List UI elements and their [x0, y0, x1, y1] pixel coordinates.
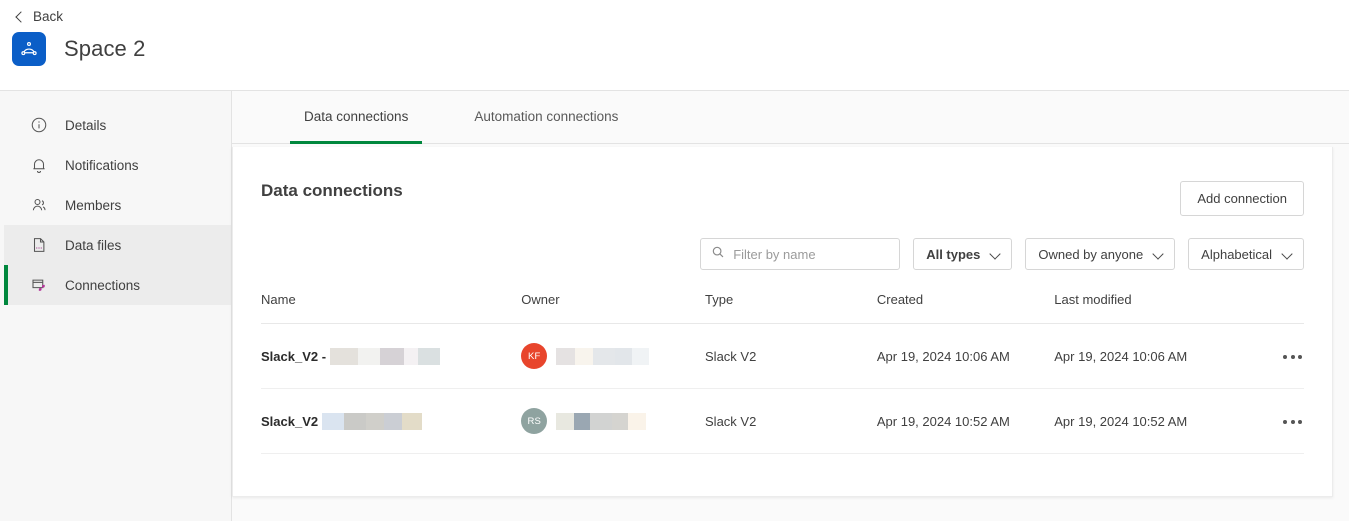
- table-row[interactable]: Slack_V2 RS Slack V2 Apr 19, 2024 10:52 …: [261, 388, 1304, 454]
- owner-filter-dropdown[interactable]: Owned by anyone: [1025, 238, 1176, 270]
- redacted-block: [590, 412, 613, 430]
- redacted-block: [575, 347, 594, 365]
- redacted-block: [556, 347, 576, 365]
- redacted-block: [574, 412, 591, 430]
- sidebar-item-data-files[interactable]: Data files: [4, 225, 231, 265]
- search-icon: [711, 245, 725, 264]
- redacted-block: [632, 347, 650, 365]
- redacted-block: [615, 347, 633, 365]
- redacted-block: [628, 412, 647, 430]
- sidebar-item-label: Members: [65, 197, 122, 213]
- redacted-block: [612, 412, 629, 430]
- page-title: Space 2: [64, 36, 146, 61]
- redacted-block: [357, 347, 380, 365]
- connection-name: Slack_V2: [261, 413, 322, 429]
- redacted-owner: [556, 412, 647, 430]
- back-button[interactable]: Back: [0, 0, 120, 24]
- redacted-owner: [556, 347, 650, 365]
- redacted-block: [401, 412, 422, 430]
- chevron-down-icon: [1154, 250, 1162, 258]
- tab-label: Data connections: [304, 108, 409, 124]
- sort-dropdown[interactable]: Alphabetical: [1188, 238, 1304, 270]
- avatar: KF: [521, 343, 548, 369]
- data-connections-card: Data connections Add connection All type…: [232, 147, 1333, 497]
- cell-owner: RS: [521, 388, 706, 454]
- cell-actions: [1245, 323, 1304, 389]
- chevron-left-icon: [14, 12, 24, 22]
- sidebar-item-members[interactable]: Members: [4, 185, 231, 225]
- cell-last-modified: Apr 19, 2024 10:52 AM: [1054, 388, 1246, 454]
- kebab-menu-icon[interactable]: [1281, 414, 1304, 430]
- redacted-block: [593, 347, 616, 365]
- redacted-block: [556, 412, 575, 430]
- redacted-block: [379, 347, 404, 365]
- sort-label: Alphabetical: [1201, 246, 1272, 262]
- cell-created: Apr 19, 2024 10:52 AM: [876, 388, 1055, 454]
- section-title: Data connections: [261, 181, 403, 200]
- sidebar-item-connections[interactable]: Connections: [4, 265, 231, 305]
- tab-automation-connections[interactable]: Automation connections: [460, 91, 632, 144]
- redacted-name: [329, 347, 440, 365]
- sidebar-item-label: Details: [65, 117, 107, 133]
- filter-toolbar: All types Owned by anyone Alphabetical: [261, 238, 1304, 270]
- top-bar: Back Space 2: [0, 0, 1349, 90]
- cell-created: Apr 19, 2024 10:06 AM: [876, 323, 1055, 389]
- column-header-last-modified[interactable]: Last modified: [1054, 292, 1246, 324]
- column-header-created[interactable]: Created: [876, 292, 1055, 324]
- sidebar-item-notifications[interactable]: Notifications: [4, 145, 231, 185]
- table-body: Slack_V2 - KF Slack V2 Apr 19, 2024 10:0…: [261, 323, 1304, 454]
- back-label: Back: [33, 9, 64, 24]
- type-filter-dropdown[interactable]: All types: [913, 238, 1013, 270]
- chevron-down-icon: [1283, 250, 1291, 258]
- cell-type: Slack V2: [705, 323, 877, 389]
- sidebar-item-label: Connections: [65, 277, 141, 293]
- cell-name[interactable]: Slack_V2: [261, 388, 522, 454]
- connections-icon: [30, 276, 48, 294]
- redacted-name: [321, 412, 422, 430]
- cell-actions: [1245, 388, 1304, 454]
- column-header-name[interactable]: Name: [261, 292, 522, 324]
- type-filter-label: All types: [926, 246, 981, 262]
- connections-table: Name Owner Type Created Last modified Sl…: [261, 292, 1304, 454]
- redacted-block: [417, 347, 440, 365]
- tab-label: Automation connections: [474, 108, 619, 124]
- tab-bar: Data connections Automation connections: [232, 91, 1349, 144]
- sidebar-item-details[interactable]: Details: [4, 105, 231, 145]
- file-icon: [30, 236, 48, 254]
- cell-type: Slack V2: [705, 388, 877, 454]
- sidebar-item-label: Data files: [65, 237, 122, 253]
- redacted-block: [383, 412, 402, 430]
- cell-owner: KF: [521, 323, 706, 389]
- kebab-menu-icon[interactable]: [1281, 349, 1304, 365]
- users-icon: [30, 196, 48, 214]
- redacted-block: [343, 412, 366, 430]
- main-content: Data connections Automation connections …: [232, 90, 1349, 521]
- search-input[interactable]: [725, 246, 900, 262]
- bell-icon: [30, 156, 48, 174]
- owner-filter-label: Owned by anyone: [1038, 246, 1144, 262]
- redacted-block: [403, 347, 418, 365]
- tab-data-connections[interactable]: Data connections: [290, 91, 423, 144]
- search-field-wrapper[interactable]: [700, 238, 901, 270]
- sidebar: Details Notifications Members Data files…: [0, 90, 232, 521]
- redacted-block: [321, 412, 344, 430]
- sidebar-item-label: Notifications: [65, 157, 139, 173]
- card-header: Data connections Add connection: [261, 147, 1304, 216]
- redacted-block: [329, 347, 358, 365]
- space-cloud-icon: [12, 32, 46, 66]
- column-header-owner[interactable]: Owner: [521, 292, 706, 324]
- table-header: Name Owner Type Created Last modified: [261, 292, 1304, 324]
- redacted-block: [365, 412, 384, 430]
- space-header: Space 2: [0, 32, 1349, 66]
- cell-name[interactable]: Slack_V2 -: [261, 323, 522, 389]
- chevron-down-icon: [991, 250, 999, 258]
- column-header-actions: [1245, 292, 1304, 324]
- avatar: RS: [521, 408, 548, 434]
- info-circle-icon: [30, 116, 48, 134]
- add-connection-button[interactable]: Add connection: [1180, 181, 1304, 216]
- connection-name: Slack_V2 -: [261, 348, 330, 364]
- table-row[interactable]: Slack_V2 - KF Slack V2 Apr 19, 2024 10:0…: [261, 323, 1304, 389]
- column-header-type[interactable]: Type: [705, 292, 877, 324]
- cell-last-modified: Apr 19, 2024 10:06 AM: [1054, 323, 1246, 389]
